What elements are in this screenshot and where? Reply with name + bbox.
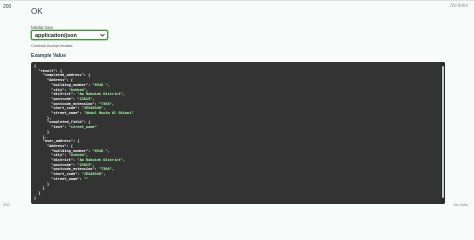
code-scrollbar[interactable] [441, 62, 445, 204]
code-line: } [34, 195, 37, 200]
example-code-block[interactable]: { "result": { "completed_address": { "Ad… [31, 62, 445, 204]
response-status-code: 200 [3, 4, 12, 10]
example-json: { "result": { "completed_address": { "Ad… [34, 64, 134, 200]
response-description: OK [31, 7, 43, 16]
chevron-down-icon [100, 33, 105, 37]
code-scrollbar-thumb[interactable] [442, 66, 444, 198]
controls-accept-note: Controls Accept header. [31, 43, 74, 48]
footer-left-text: 400 [3, 202, 10, 207]
footer-right-text: No links [453, 202, 468, 207]
media-type-select[interactable]: application/json [31, 30, 108, 40]
section-divider [0, 0, 474, 1]
tab-example-value[interactable]: Example Value [31, 53, 66, 59]
response-links: No links [450, 3, 468, 9]
media-type-value: application/json [35, 32, 77, 39]
